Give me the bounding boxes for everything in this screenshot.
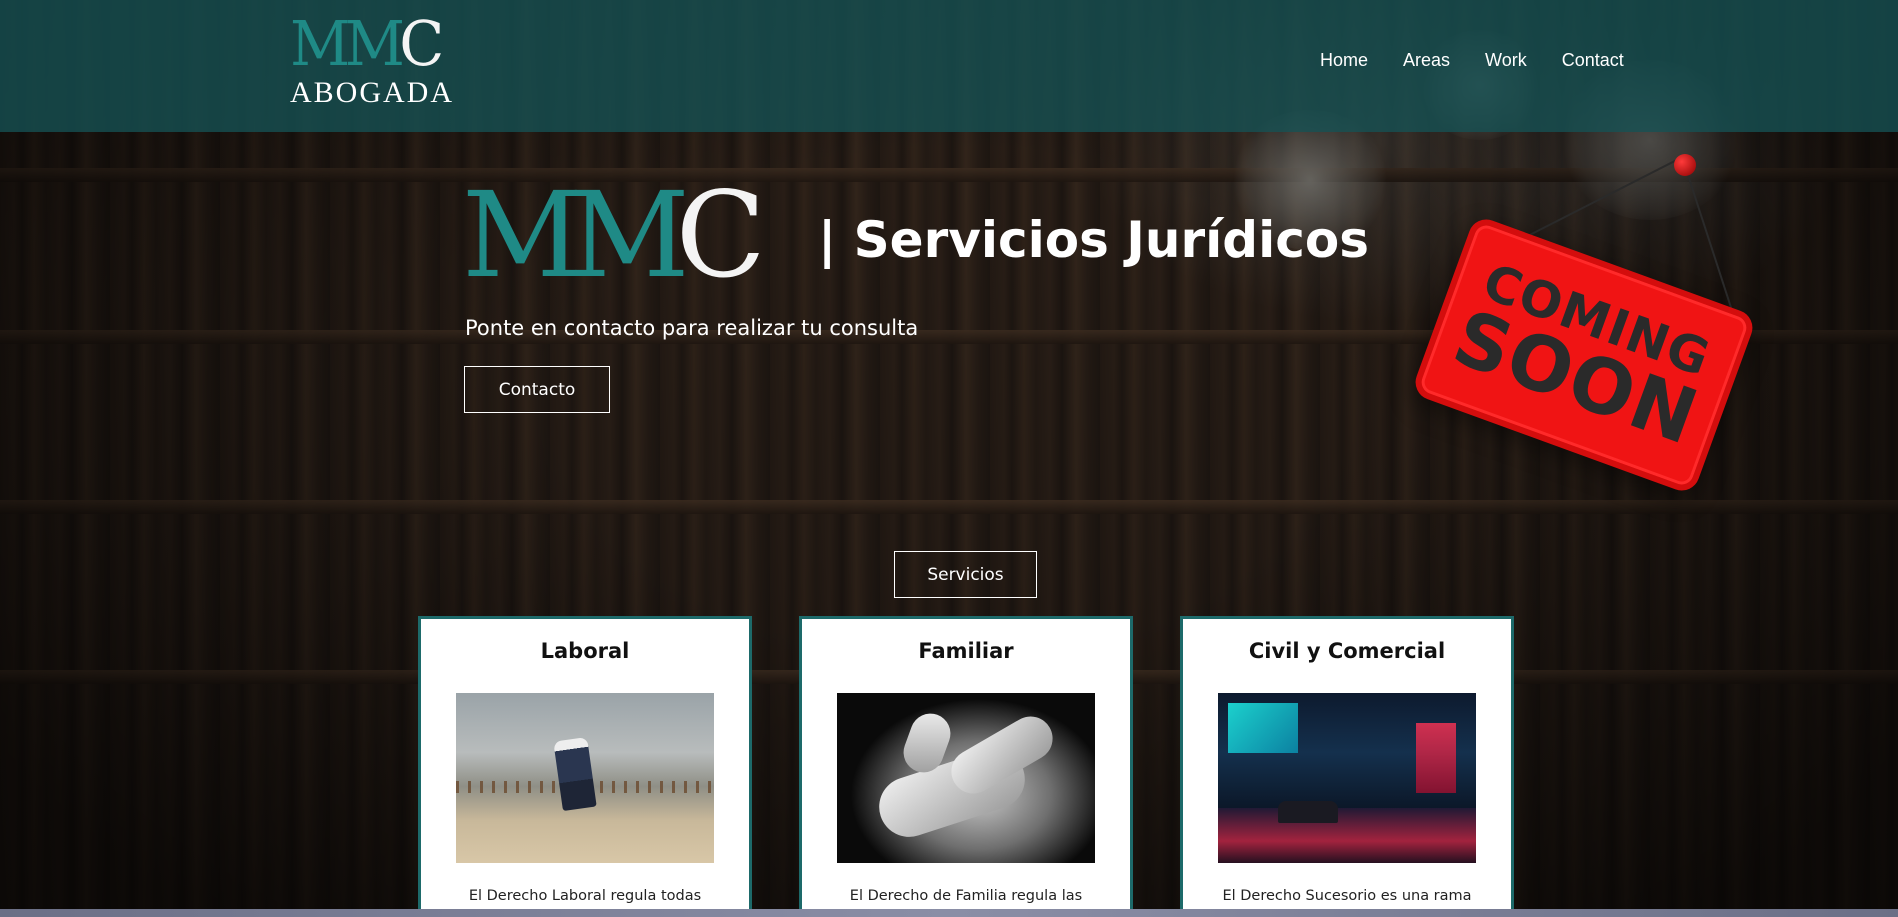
site-header: MMC ABOGADA Home Areas Work Contact <box>0 0 1898 132</box>
service-card-title: Familiar <box>918 639 1014 663</box>
nav-item-contact[interactable]: Contact <box>1562 50 1624 71</box>
contact-button[interactable]: Contacto <box>464 366 610 413</box>
nav-item-home[interactable]: Home <box>1320 50 1368 71</box>
service-card-familiar[interactable]: Familiar El Derecho de Familia regula la… <box>799 616 1133 917</box>
nav-item-work[interactable]: Work <box>1485 50 1527 71</box>
service-card-laboral[interactable]: Laboral El Derecho Laboral regula todas <box>418 616 752 917</box>
coming-soon-board: COMING SOON <box>1410 214 1758 496</box>
services-button[interactable]: Servicios <box>894 551 1037 598</box>
service-card-text: El Derecho Sucesorio es una rama <box>1222 888 1472 904</box>
main-nav: Home Areas Work Contact <box>1320 50 1624 71</box>
service-card-image <box>837 693 1095 863</box>
brand-logo-subtitle: ABOGADA <box>290 76 454 109</box>
service-card-civil[interactable]: Civil y Comercial El Derecho Sucesorio e… <box>1180 616 1514 917</box>
service-card-image <box>1218 693 1476 863</box>
brand-logo[interactable]: MMC ABOGADA <box>290 7 465 110</box>
service-card-title: Civil y Comercial <box>1248 639 1446 663</box>
hero-subtitle: Ponte en contacto para realizar tu consu… <box>465 316 919 340</box>
bottom-band <box>0 909 1898 917</box>
pin-icon <box>1674 154 1696 176</box>
service-card-title: Laboral <box>540 639 630 663</box>
hero-logo: MMC <box>462 166 766 304</box>
service-card-image <box>456 693 714 863</box>
hero-title: | Servicios Jurídicos <box>818 211 1369 269</box>
service-card-text: El Derecho Laboral regula todas <box>468 888 702 904</box>
nav-item-areas[interactable]: Areas <box>1403 50 1450 71</box>
service-card-text: El Derecho de Familia regula las <box>849 888 1083 904</box>
brand-logo-mark: MMC <box>290 7 444 80</box>
coming-soon-sign: COMING SOON <box>1400 150 1780 550</box>
